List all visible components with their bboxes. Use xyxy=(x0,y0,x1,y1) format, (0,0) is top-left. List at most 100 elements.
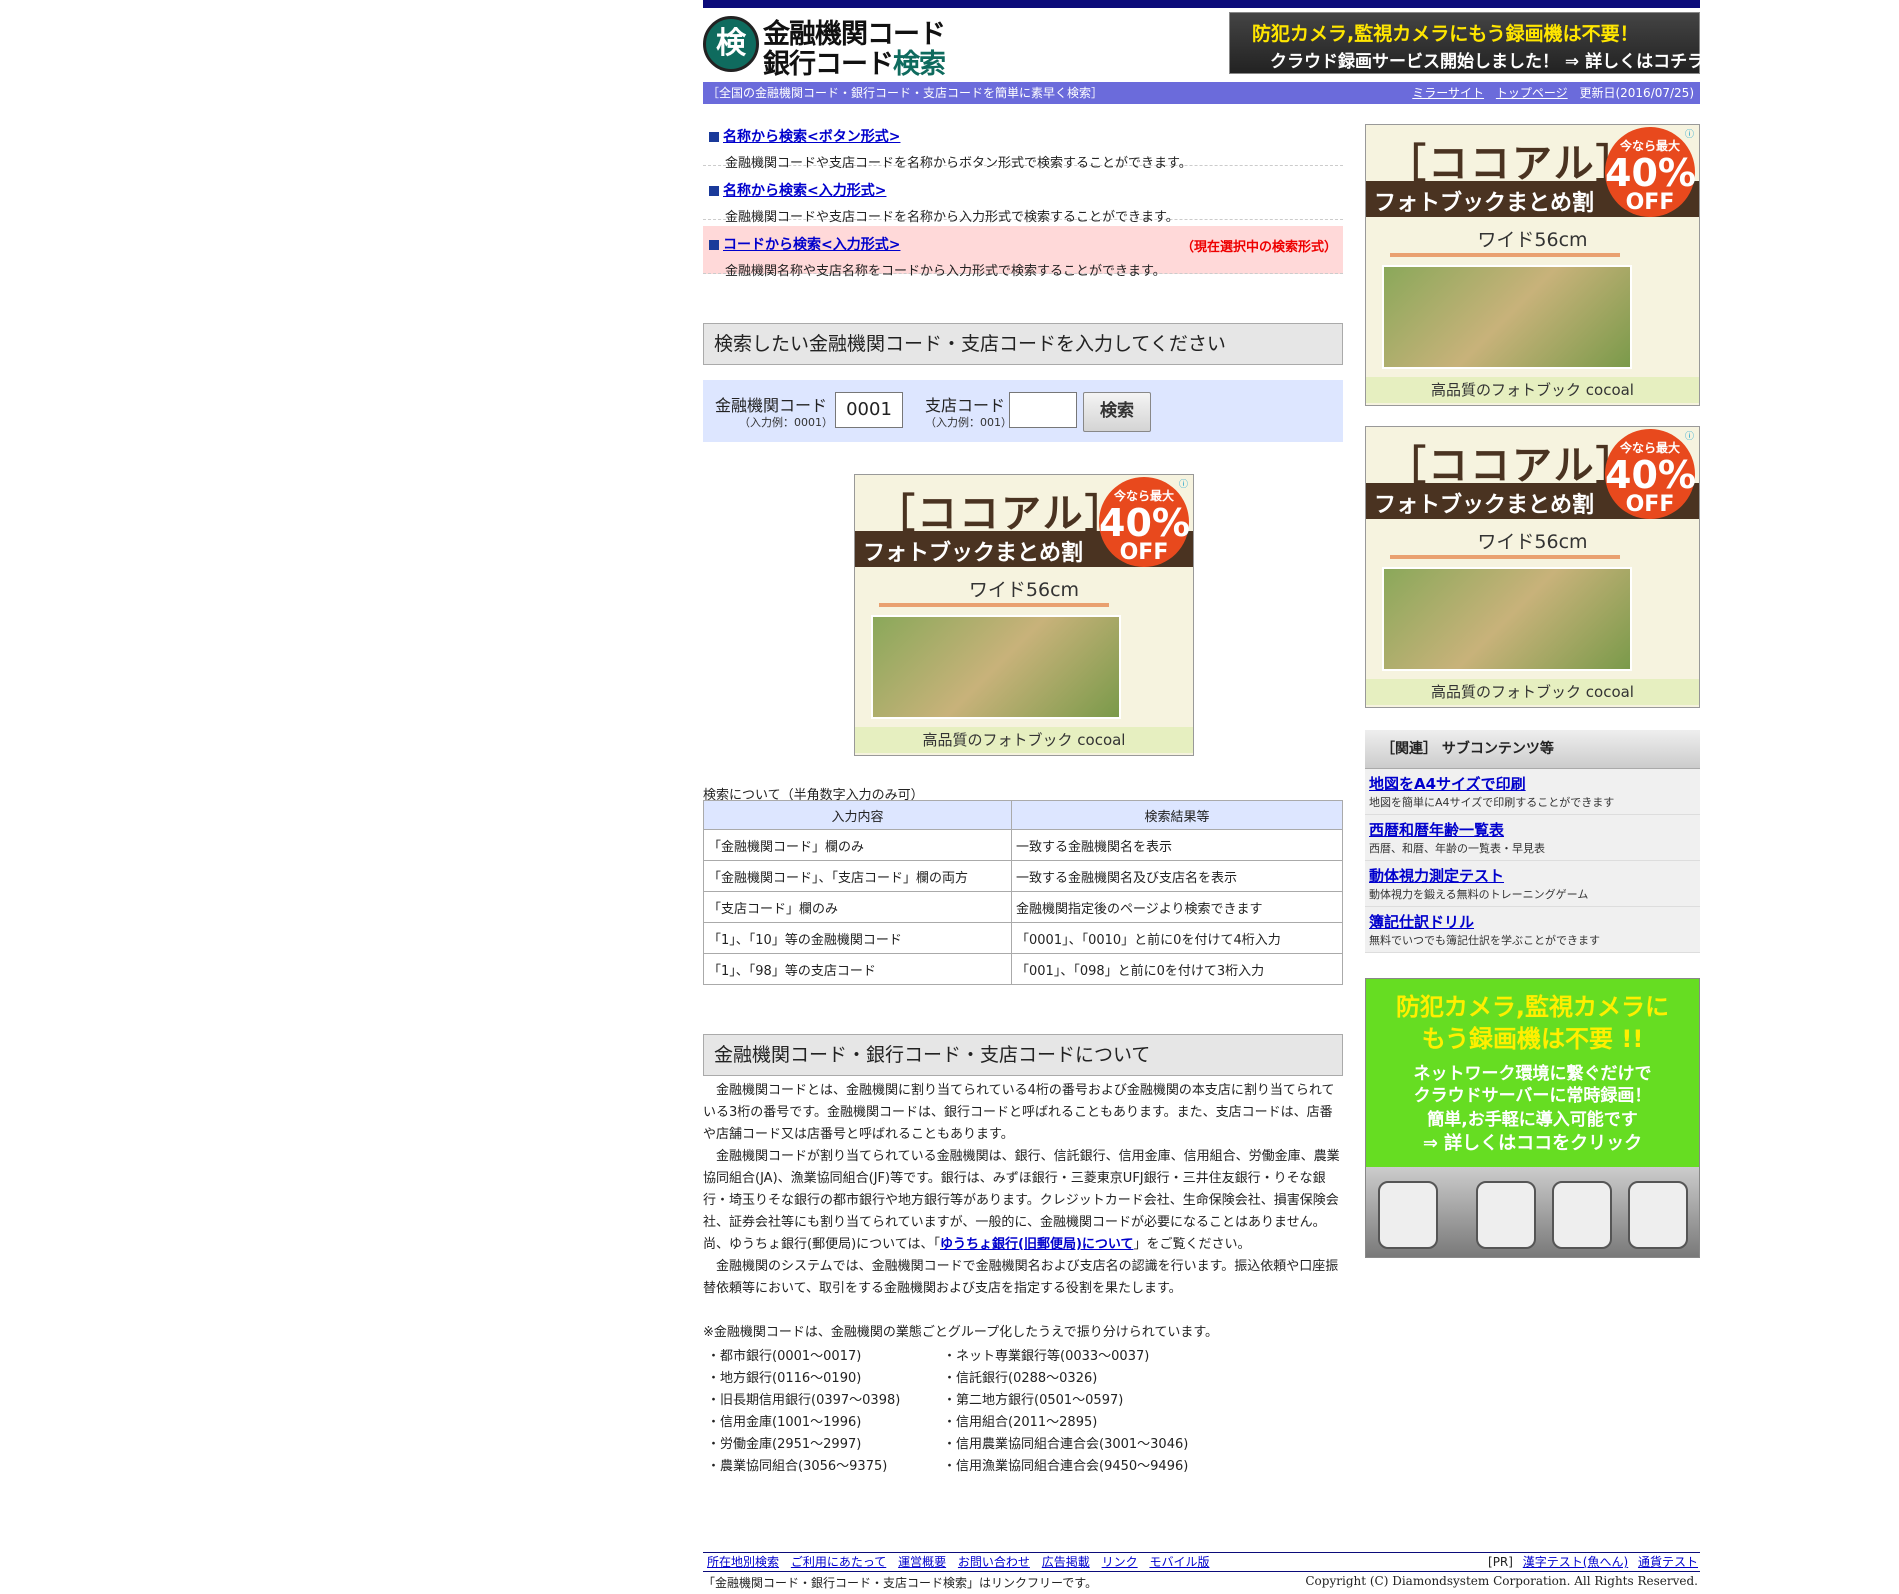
discount-num: 40% xyxy=(1605,151,1696,195)
footer-copy: 「金融機関コード・銀行コード・支店コード検索」はリンクフリーです。 Copyri… xyxy=(703,1574,1700,1591)
list-item: ・地方銀行(0116〜0190) xyxy=(707,1371,862,1386)
related-link[interactable]: 地図をA4サイズで印刷 xyxy=(1369,775,1526,793)
table-row: 「1」、「98」等の支店コード 「001」、「098」と前に0を付けて3桁入力 xyxy=(703,953,1343,985)
ad-info-icon[interactable]: ⓘ xyxy=(1685,127,1697,140)
discount-off: OFF xyxy=(1119,540,1169,565)
about-section: 金融機関コードとは、金融機関に割り当てられている4桁の番号および金融機関の本支店… xyxy=(703,1080,1343,1478)
camera-icon xyxy=(1552,1181,1612,1249)
list-item: ・信用漁業協同組合連合会(9450〜9496) xyxy=(943,1459,1189,1474)
related-desc: 地図を簡単にA4サイズで印刷することができます xyxy=(1369,796,1615,809)
related-link[interactable]: 動体視力測定テスト xyxy=(1369,867,1504,885)
related-item: 動体視力測定テスト 動体視力を鍛える無料のトレーニングゲーム xyxy=(1365,861,1700,907)
photobook-ad-side-2[interactable]: ［ココアル］ フォトブックまとめ割 今なら最大 40% OFF ワイド56cm … xyxy=(1365,426,1700,708)
mirror-site-link[interactable]: ミラーサイト xyxy=(1412,86,1484,100)
discount-num: 40% xyxy=(1605,453,1696,497)
about-title: 金融機関コード・銀行コード・支店コードについて xyxy=(703,1034,1343,1076)
list-item: ・第二地方銀行(0501〜0597) xyxy=(943,1393,1124,1408)
double-arrow-icon xyxy=(879,603,1109,607)
related-link[interactable]: 簿記仕訳ドリル xyxy=(1369,913,1474,931)
banner-line1: 防犯カメラ,監視カメラにもう録画機は不要！ xyxy=(1252,23,1639,45)
list-item: ・信用農業協同組合連合会(3001〜3046) xyxy=(943,1437,1189,1452)
site-logo[interactable]: 検 金融機関コード 銀行コード検索 xyxy=(703,12,993,80)
search-title: 検索したい金融機関コード・支店コードを入力してください xyxy=(703,323,1343,365)
logo-badge: 検 xyxy=(703,16,759,72)
table-row: 「支店コード」欄のみ 金融機関指定後のページより検索できます xyxy=(703,891,1343,923)
table-row: 「金融機関コード」、「支店コード」欄の両方 一致する金融機関名及び支店名を表示 xyxy=(703,860,1343,892)
related-item: 簿記仕訳ドリル 無料でいつでも簿記仕訳を学ぶことができます xyxy=(1365,907,1700,953)
branch-code-input[interactable] xyxy=(1009,392,1077,428)
ad-bottom: 高品質のフォトブック cocoal xyxy=(855,727,1193,753)
bank-code-input[interactable]: 0001 xyxy=(835,392,903,428)
ad-photo xyxy=(871,615,1121,719)
menu-link[interactable]: コードから検索<入力形式> xyxy=(723,237,900,253)
link-free-note: 「金融機関コード・銀行コード・支店コード検索」はリンクフリーです。 xyxy=(703,1576,1098,1590)
footer-link[interactable]: 運営概要 xyxy=(898,1555,946,1569)
header: 検 金融機関コード 銀行コード検索 防犯カメラ,監視カメラにもう録画機は不要！ … xyxy=(703,12,1704,80)
footer-links: 所在地別検索 ご利用にあたって 運営概要 お問い合わせ 広告掲載 リンク モバイ… xyxy=(703,1555,1213,1569)
ad-width: ワイド56cm xyxy=(968,579,1080,601)
logo-line2b: 検索 xyxy=(893,49,946,80)
table-header: 検索結果等 xyxy=(1011,800,1343,830)
ad-sub: フォトブックまとめ割 xyxy=(1374,191,1595,216)
search-guide-table: 入力内容 検索結果等 「金融機関コード」欄のみ 一致する金融機関名を表示 「金融機… xyxy=(703,800,1343,985)
double-arrow-icon xyxy=(1390,555,1620,559)
footer-link[interactable]: ご利用にあたって xyxy=(791,1555,886,1569)
logo-line2a: 銀行コード xyxy=(763,49,894,80)
about-note: ※金融機関コードは、金融機関の業態ごとグループ化したうえで振り分けられています。 xyxy=(703,1325,1219,1340)
related-item: 地図をA4サイズで印刷 地図を簡単にA4サイズで印刷することができます xyxy=(1365,769,1700,815)
camera-banner-ad[interactable]: 防犯カメラ,監視カメラにもう録画機は不要！ クラウド録画サービス開始しました！ … xyxy=(1229,12,1704,74)
top-page-link[interactable]: トップページ xyxy=(1496,86,1568,100)
menu-link[interactable]: 名称から検索<入力形式> xyxy=(723,183,886,199)
yucho-link[interactable]: ゆうちょ銀行(旧郵便局)について xyxy=(940,1237,1134,1252)
footer-link[interactable]: 所在地別検索 xyxy=(707,1555,779,1569)
ad-bottom: 高品質のフォトブック cocoal xyxy=(1366,679,1699,705)
ad-info-icon[interactable]: ⓘ xyxy=(1179,477,1191,490)
camera-ad-side[interactable]: 防犯カメラ,監視カメラに もう録画機は不要 !! ネットワーク環境に繋ぐだけで … xyxy=(1365,978,1700,1258)
discount-num: 40% xyxy=(1099,501,1190,545)
about-p2-tail: 」をご覧ください。 xyxy=(1133,1237,1251,1252)
ad-width: ワイド56cm xyxy=(1477,229,1588,251)
camera-images xyxy=(1366,1167,1699,1257)
footer-link[interactable]: モバイル版 xyxy=(1149,1555,1209,1569)
square-bullet-icon xyxy=(709,239,719,250)
ad-sub: フォトブックまとめ割 xyxy=(1374,493,1595,518)
table-row: 「金融機関コード」欄のみ 一致する金融機関名を表示 xyxy=(703,829,1343,861)
logo-line2: 銀行コード検索 xyxy=(763,42,946,81)
navbar-right: ミラーサイト トップページ 更新日(2016/07/25) xyxy=(1404,82,1694,104)
table-cell: 一致する金融機関名及び支店名を表示 xyxy=(1011,860,1343,892)
pr-link[interactable]: 通貨テスト xyxy=(1638,1555,1698,1569)
search-form: 金融機関コード （入力例：0001） 0001 支店コード （入力例：001） … xyxy=(703,380,1343,442)
pr-link[interactable]: 漢字テスト(魚へん) xyxy=(1523,1555,1628,1569)
list-item: ・信用金庫(1001〜1996) xyxy=(707,1415,862,1430)
camera-icon xyxy=(1378,1181,1438,1249)
list-item: ・労働金庫(2951〜2997) xyxy=(707,1437,862,1452)
list-item: ・ネット専業銀行等(0033〜0037) xyxy=(943,1349,1150,1364)
list-item: ・農業協同組合(3056〜9375) xyxy=(707,1459,888,1474)
ad-info-icon[interactable]: ⓘ xyxy=(1685,429,1697,442)
code-group-list: ・都市銀行(0001〜0017) ・ネット専業銀行等(0033〜0037) ・地… xyxy=(703,1346,1343,1478)
menu-desc: 金融機関コードや支店コードを名称から入力形式で検索することができます。 xyxy=(725,210,1179,225)
related-content: ［関連］ サブコンテンツ等 地図をA4サイズで印刷 地図を簡単にA4サイズで印刷… xyxy=(1365,730,1700,953)
double-arrow-icon xyxy=(1390,253,1620,257)
related-link[interactable]: 西暦和暦年齢一覧表 xyxy=(1369,821,1504,839)
related-desc: 無料でいつでも簿記仕訳を学ぶことができます xyxy=(1369,934,1600,947)
table-cell: 「001」、「098」と前に0を付けて3桁入力 xyxy=(1011,953,1343,985)
top-line xyxy=(703,0,1700,8)
ad-photo xyxy=(1382,265,1632,369)
list-item: ・都市銀行(0001〜0017) xyxy=(707,1349,862,1364)
menu-item-code-input: コードから検索<入力形式> （現在選択中の検索形式） 金融機関名称や支店名称をコ… xyxy=(703,226,1343,279)
menu-link[interactable]: 名称から検索<ボタン形式> xyxy=(723,129,900,145)
ad-width: ワイド56cm xyxy=(1477,531,1588,553)
cam-line4: クラウドサーバーに常時録画！ xyxy=(1413,1086,1652,1106)
footer-link[interactable]: 広告掲載 xyxy=(1042,1555,1090,1569)
footer-link[interactable]: お問い合わせ xyxy=(958,1555,1030,1569)
navbar: ［全国の金融機関コード・銀行コード・支店コードを簡単に素早く検索］ ミラーサイト… xyxy=(703,82,1700,104)
related-desc: 動体視力を鍛える無料のトレーニングゲーム xyxy=(1369,888,1589,901)
table-cell: 「1」、「98」等の支店コード xyxy=(703,953,1012,985)
photobook-ad-center[interactable]: ［ココアル］ フォトブックまとめ割 今なら最大 40% OFF ワイド56cm … xyxy=(854,474,1194,756)
search-button[interactable]: 検索 xyxy=(1083,392,1151,432)
footer-link[interactable]: リンク xyxy=(1102,1555,1138,1569)
photobook-ad-side-1[interactable]: ［ココアル］ フォトブックまとめ割 今なら最大 40% OFF ワイド56cm … xyxy=(1365,124,1700,406)
search-mode-menu: 名称から検索<ボタン形式> 金融機関コードや支店コードを名称からボタン形式で検索… xyxy=(703,118,1343,280)
discount-badge: 今なら最大 40% OFF xyxy=(1099,477,1190,567)
